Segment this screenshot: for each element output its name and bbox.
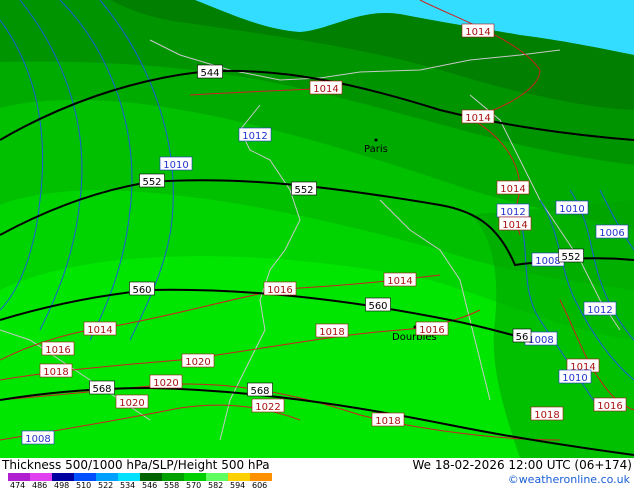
legend-value: 522 [98,481,113,490]
legend-swatch [118,473,140,481]
contour-label: 560 [368,301,387,312]
legend-swatch [206,473,228,481]
contour-label: 568 [92,384,111,395]
city-label: Paris [364,144,388,155]
weather-map: Paris Dourbies 1014101410141012101010141… [0,0,634,458]
contour-label: 1016 [419,325,444,336]
legend-value: 486 [32,481,47,490]
contour-label: 1020 [185,357,210,368]
map-title: Thickness 500/1000 hPa/SLP/Height 500 hP… [2,458,270,472]
legend-swatch [52,473,74,481]
contour-label: 1018 [375,416,400,427]
contour-label: 1018 [319,327,344,338]
legend-value: 570 [186,481,201,490]
contour-label: 1018 [534,410,559,421]
legend-value: 498 [54,481,69,490]
legend-value: 534 [120,481,135,490]
contour-label: 1018 [43,367,68,378]
map-footer: Thickness 500/1000 hPa/SLP/Height 500 hP… [0,458,634,490]
contour-label: 1008 [25,434,50,445]
legend-swatch [250,473,272,481]
legend-value: 558 [164,481,179,490]
contour-label: 1016 [597,401,622,412]
contour-label: 552 [561,252,580,263]
contour-label: 1022 [255,402,280,413]
contour-label: 1014 [87,325,112,336]
contour-label: 1014 [465,113,490,124]
contour-label: 1014 [465,27,490,38]
contour-label: 552 [294,185,313,196]
contour-label: 1014 [500,184,525,195]
contour-label: 1016 [267,285,292,296]
legend-value: 474 [10,481,25,490]
legend-swatch [8,473,30,481]
contour-label: 1010 [163,160,188,171]
legend-swatch [228,473,250,481]
legend-value: 582 [208,481,223,490]
contour-label: 544 [200,68,219,79]
contour-label: 56 [516,332,529,343]
legend-value: 606 [252,481,267,490]
contour-label: 1020 [153,378,178,389]
contour-label: 1020 [119,398,144,409]
legend-value: 594 [230,481,245,490]
contour-label: 1014 [502,220,527,231]
legend-value: 510 [76,481,91,490]
contour-label: 1016 [45,345,70,356]
contour-label: 1008 [528,335,553,346]
legend-swatch [96,473,118,481]
legend-swatch [184,473,206,481]
thickness-legend: 474 486 498 510 522 534 546 558 570 582 594 606 [8,473,272,490]
contour-label: 552 [142,177,161,188]
contour-label: 1010 [562,373,587,384]
contour-label: 1006 [599,228,624,239]
contour-label: 1010 [559,204,584,215]
map-datetime: We 18-02-2026 12:00 UTC (06+174) [412,458,632,472]
contour-label: 1012 [500,207,525,218]
legend-swatch [30,473,52,481]
legend-swatch [140,473,162,481]
contour-label: 1014 [313,84,338,95]
contour-label: 1014 [387,276,412,287]
legend-swatch [74,473,96,481]
contour-label: 560 [132,285,151,296]
legend-value: 546 [142,481,157,490]
contour-label: 568 [250,386,269,397]
contour-label: 1008 [535,256,560,267]
legend-swatch [162,473,184,481]
contour-label: 1012 [242,131,267,142]
contour-label: 1012 [587,305,612,316]
